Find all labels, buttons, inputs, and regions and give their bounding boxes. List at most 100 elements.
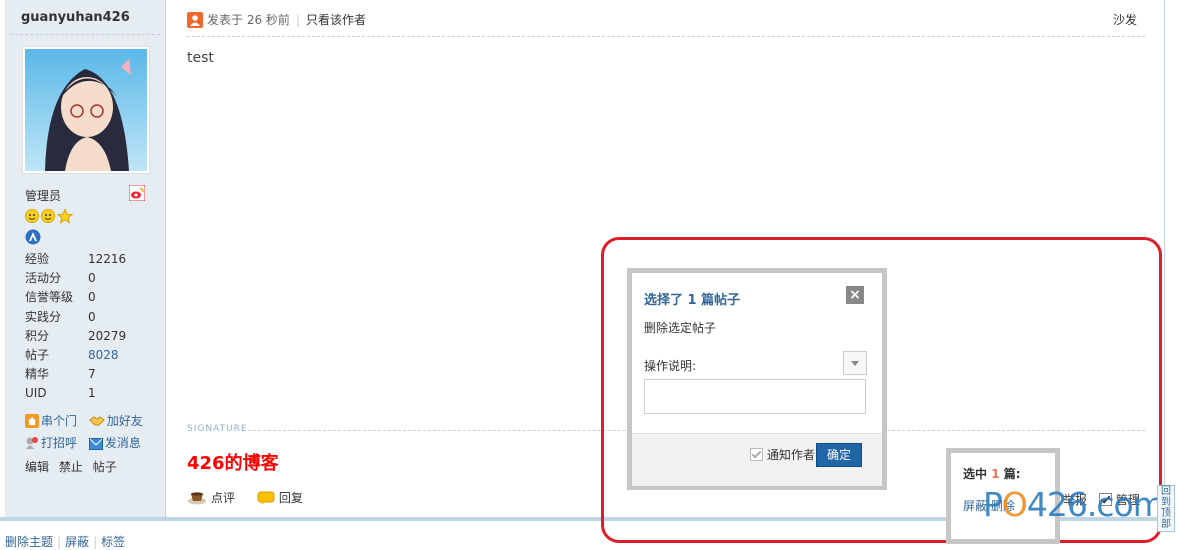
visit-label: 串个门 bbox=[41, 414, 78, 428]
back-to-top-button[interactable]: 回到顶部 bbox=[1157, 485, 1175, 532]
action-row: 串个门 加好友 bbox=[25, 410, 151, 432]
author-online-icon bbox=[187, 12, 203, 28]
floor-number[interactable]: 沙发 bbox=[1113, 10, 1137, 30]
stat-row: 积分 20279 bbox=[25, 327, 126, 346]
post-header: 发表于 26 秒前 | 只看该作者 沙发 bbox=[187, 10, 1142, 30]
tags-link[interactable]: 标签 bbox=[101, 535, 125, 549]
pipe-separator: | bbox=[295, 13, 300, 27]
selection-title: 选中 1 篇: bbox=[963, 465, 1021, 482]
action-row: 打招呼 发消息 bbox=[25, 432, 151, 454]
stat-label[interactable]: 帖子 bbox=[25, 346, 88, 365]
reason-label: 操作说明: bbox=[644, 359, 697, 373]
stat-value: 0 bbox=[88, 290, 96, 305]
author-username[interactable]: guanyuhan426 bbox=[21, 10, 130, 25]
notify-author-checkbox[interactable] bbox=[750, 448, 763, 461]
stat-label: 信誉等级 bbox=[25, 290, 74, 305]
selection-suffix: 篇: bbox=[1003, 467, 1021, 481]
watermark-part: O bbox=[1001, 485, 1028, 524]
medal-icon[interactable] bbox=[25, 229, 41, 245]
stat-row: 信誉等级 0 bbox=[25, 288, 126, 307]
stat-row: 经验 12216 bbox=[25, 250, 126, 269]
home-icon bbox=[25, 414, 39, 428]
watermark-part: P bbox=[983, 485, 1003, 524]
stat-row: 实践分 0 bbox=[25, 308, 126, 327]
handshake-icon bbox=[89, 416, 105, 426]
add-friend-link[interactable]: 加好友 bbox=[89, 410, 143, 432]
admin-ban-link[interactable]: 禁止 bbox=[59, 460, 83, 474]
thread-footer-links: 删除主题 | 屏蔽 | 标签 bbox=[5, 533, 125, 550]
author-sidebar: guanyuhan426 管理员 经验 12216 活动分 0 信誉等级 0 实… bbox=[5, 0, 166, 520]
avatar-image[interactable] bbox=[25, 49, 147, 171]
add-friend-label: 加好友 bbox=[106, 414, 143, 428]
stat-label: 经验 bbox=[25, 252, 50, 266]
stat-row: 精华 7 bbox=[25, 365, 126, 384]
post-content: test bbox=[187, 50, 214, 66]
weibo-icon[interactable] bbox=[129, 185, 145, 201]
notify-author-option[interactable]: 通知作者 bbox=[750, 446, 815, 463]
pipe-separator: | bbox=[93, 535, 98, 549]
rank-stars bbox=[25, 208, 77, 224]
reply-bubble-icon bbox=[257, 491, 275, 505]
stat-value: 7 bbox=[88, 367, 96, 382]
admin-posts-link[interactable]: 帖子 bbox=[93, 460, 117, 474]
post-right-border bbox=[1164, 0, 1165, 517]
mail-icon bbox=[88, 438, 103, 450]
post-meta: 发表于 26 秒前 | 只看该作者 bbox=[187, 10, 366, 30]
stat-value: 20279 bbox=[88, 328, 127, 343]
post-time: 发表于 26 秒前 bbox=[207, 13, 290, 27]
pipe-separator: | bbox=[57, 535, 62, 549]
greet-icon bbox=[26, 437, 38, 449]
message-label: 发消息 bbox=[104, 436, 141, 450]
stat-label: 活动分 bbox=[25, 271, 62, 286]
reason-textarea[interactable] bbox=[644, 379, 866, 414]
dialog-title: 选择了 1 篇帖子 bbox=[644, 293, 741, 308]
rank-icons bbox=[25, 208, 74, 224]
greet-label: 打招呼 bbox=[41, 436, 78, 450]
post-header-divider bbox=[187, 36, 1145, 37]
visit-link[interactable]: 串个门 bbox=[25, 410, 77, 432]
confirm-button[interactable]: 确定 bbox=[816, 443, 862, 467]
post-footer: 点评 回复 bbox=[187, 489, 321, 508]
stat-value: 0 bbox=[88, 309, 96, 324]
reply-button[interactable]: 回复 bbox=[257, 489, 303, 506]
stat-label: 精华 bbox=[25, 367, 50, 382]
stat-row: 帖子 8028 bbox=[25, 346, 126, 365]
user-stats: 经验 12216 活动分 0 信誉等级 0 实践分 0 积分 20279 帖子 8028 精… bbox=[25, 250, 126, 404]
notify-author-label: 通知作者 bbox=[766, 448, 815, 462]
watermark-part: 426.com bbox=[1026, 485, 1165, 524]
stat-label: 积分 bbox=[25, 328, 50, 343]
site-watermark: PO426.com bbox=[983, 485, 1165, 524]
comment-label: 点评 bbox=[211, 491, 236, 505]
dialog-footer: 通知作者 确定 bbox=[632, 433, 882, 486]
comment-button[interactable]: 点评 bbox=[187, 489, 235, 506]
stat-row: UID 1 bbox=[25, 384, 126, 403]
stat-value: 0 bbox=[88, 271, 96, 286]
block-link[interactable]: 屏蔽 bbox=[65, 535, 89, 549]
message-link[interactable]: 发消息 bbox=[88, 432, 141, 454]
selection-prefix: 选中 bbox=[963, 467, 988, 481]
signature-label: SIGNATURE bbox=[187, 424, 248, 434]
reply-label: 回复 bbox=[278, 491, 303, 505]
sidebar-divider bbox=[10, 34, 160, 35]
user-group: 管理员 bbox=[25, 189, 62, 203]
dialog-description: 删除选定帖子 bbox=[644, 321, 717, 335]
user-actions: 串个门 加好友 打招呼 发消息 bbox=[25, 410, 151, 454]
stat-row: 活动分 0 bbox=[25, 269, 126, 288]
reason-dropdown-button[interactable] bbox=[843, 351, 867, 375]
close-icon[interactable]: × bbox=[846, 286, 864, 304]
stat-value: 12216 bbox=[88, 252, 127, 266]
admin-edit-link[interactable]: 编辑 bbox=[25, 460, 49, 474]
admin-actions: 编辑 禁止 帖子 bbox=[25, 458, 123, 475]
delete-posts-dialog: 选择了 1 篇帖子 × 删除选定帖子 操作说明: 通知作者 确定 bbox=[627, 268, 887, 490]
stat-value-posts-link[interactable]: 8028 bbox=[88, 346, 119, 365]
avatar[interactable] bbox=[22, 46, 150, 174]
coffee-icon bbox=[188, 491, 206, 504]
delete-thread-link[interactable]: 删除主题 bbox=[5, 535, 53, 549]
signature-blog-link[interactable]: 426的博客 bbox=[187, 449, 279, 475]
stat-label: UID bbox=[25, 386, 47, 401]
stat-value: 1 bbox=[88, 386, 96, 401]
greet-link[interactable]: 打招呼 bbox=[25, 432, 77, 454]
only-author-link[interactable]: 只看该作者 bbox=[306, 10, 366, 30]
selection-count: 1 bbox=[991, 467, 1000, 481]
stat-label: 实践分 bbox=[25, 309, 62, 324]
